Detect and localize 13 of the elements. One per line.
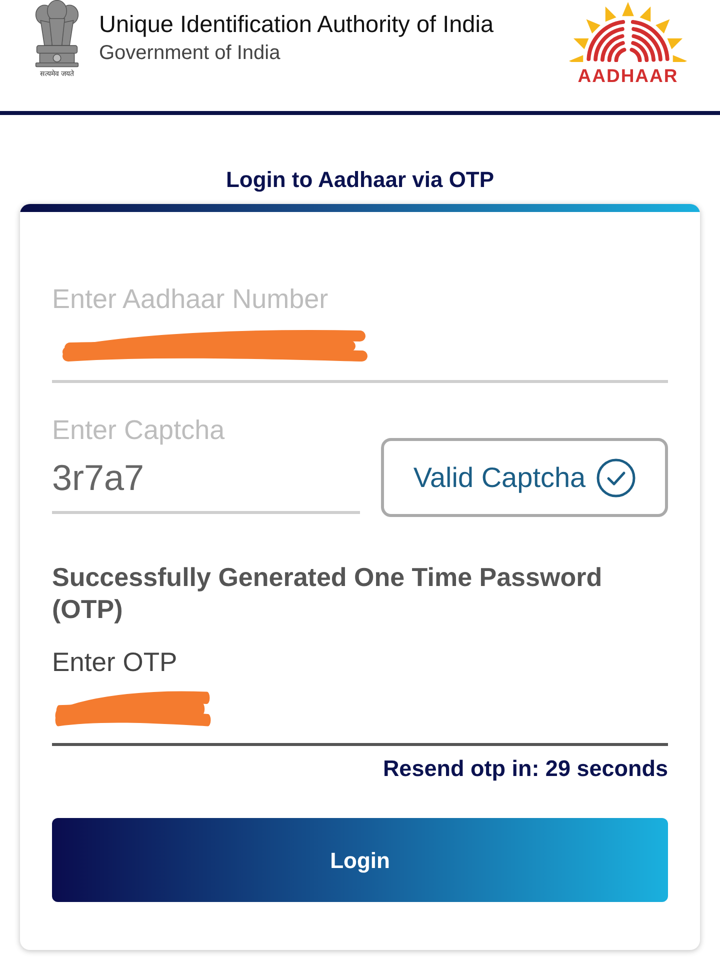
organization-subtitle: Government of India [99, 41, 282, 66]
otp-field[interactable]: Enter OTP [52, 647, 668, 746]
login-button[interactable]: Login [52, 818, 668, 902]
logo-text: AADHAAR [578, 66, 678, 86]
captcha-field[interactable]: Enter Captcha 3r7a7 [52, 415, 360, 514]
organization-title: Unique Identification Authority of India [99, 10, 494, 39]
login-heading: Login to Aadhaar via OTP [224, 166, 496, 194]
check-circle-icon [596, 458, 636, 498]
resend-otp-timer: Resend otp in: 29 seconds [382, 756, 668, 782]
valid-captcha-button[interactable]: Valid Captcha [381, 438, 668, 517]
redaction-scribble-icon [60, 328, 370, 364]
redaction-scribble-icon [54, 689, 212, 729]
otp-success-message: Successfully Generated One Time Password (OTP) [52, 561, 604, 625]
